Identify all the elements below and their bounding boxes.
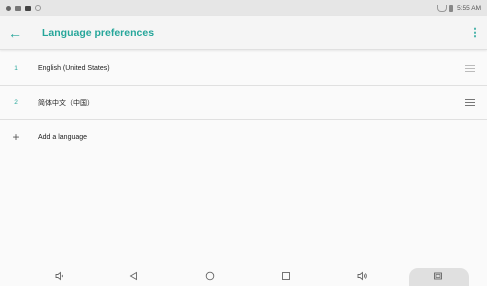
add-language-button[interactable]: + Add a language bbox=[0, 120, 487, 154]
app-toolbar: ← Language preferences ⋮ bbox=[0, 16, 487, 50]
language-item[interactable]: 2 简体中文（中国） bbox=[0, 86, 487, 120]
volume-up-button[interactable] bbox=[352, 266, 372, 286]
back-arrow-icon[interactable]: ← bbox=[0, 16, 30, 50]
volume-down-icon bbox=[55, 271, 63, 281]
recents-nav-button[interactable] bbox=[276, 266, 296, 286]
page-title: Language preferences bbox=[42, 26, 155, 39]
language-item[interactable]: 1 English (United States) bbox=[0, 52, 487, 86]
drag-handle-icon[interactable] bbox=[465, 65, 475, 72]
home-circle-icon bbox=[205, 271, 215, 281]
notification-dot-icon bbox=[6, 5, 11, 11]
status-bar: 5:55 AM bbox=[0, 0, 487, 16]
language-name: 简体中文（中国） bbox=[38, 99, 94, 107]
clock: 5:55 AM bbox=[457, 4, 481, 12]
back-nav-button[interactable] bbox=[124, 266, 144, 286]
notification-image-icon bbox=[25, 5, 31, 11]
back-triangle-icon bbox=[129, 271, 137, 281]
settings-status-icon bbox=[35, 5, 41, 11]
navigation-bar bbox=[0, 266, 487, 286]
plus-icon: + bbox=[12, 130, 20, 144]
language-list: 1 English (United States) 2 简体中文（中国） + A… bbox=[0, 52, 487, 154]
wifi-icon bbox=[437, 5, 448, 12]
add-language-label: Add a language bbox=[38, 133, 88, 141]
drag-handle-icon[interactable] bbox=[465, 99, 475, 106]
status-bar-system: 5:55 AM bbox=[437, 4, 481, 12]
home-nav-button[interactable] bbox=[200, 266, 220, 286]
volume-down-button[interactable] bbox=[50, 266, 70, 286]
status-bar-notifications bbox=[6, 5, 41, 11]
volume-up-icon bbox=[357, 271, 367, 281]
notification-square-icon bbox=[15, 5, 21, 11]
battery-icon bbox=[449, 4, 454, 12]
screenshot-icon bbox=[434, 272, 442, 280]
screenshot-button[interactable] bbox=[428, 266, 448, 286]
language-index: 1 bbox=[14, 65, 18, 72]
language-index: 2 bbox=[14, 99, 18, 106]
language-name: English (United States) bbox=[38, 65, 110, 72]
recents-square-icon bbox=[282, 272, 290, 280]
more-options-icon[interactable]: ⋮ bbox=[463, 16, 487, 50]
